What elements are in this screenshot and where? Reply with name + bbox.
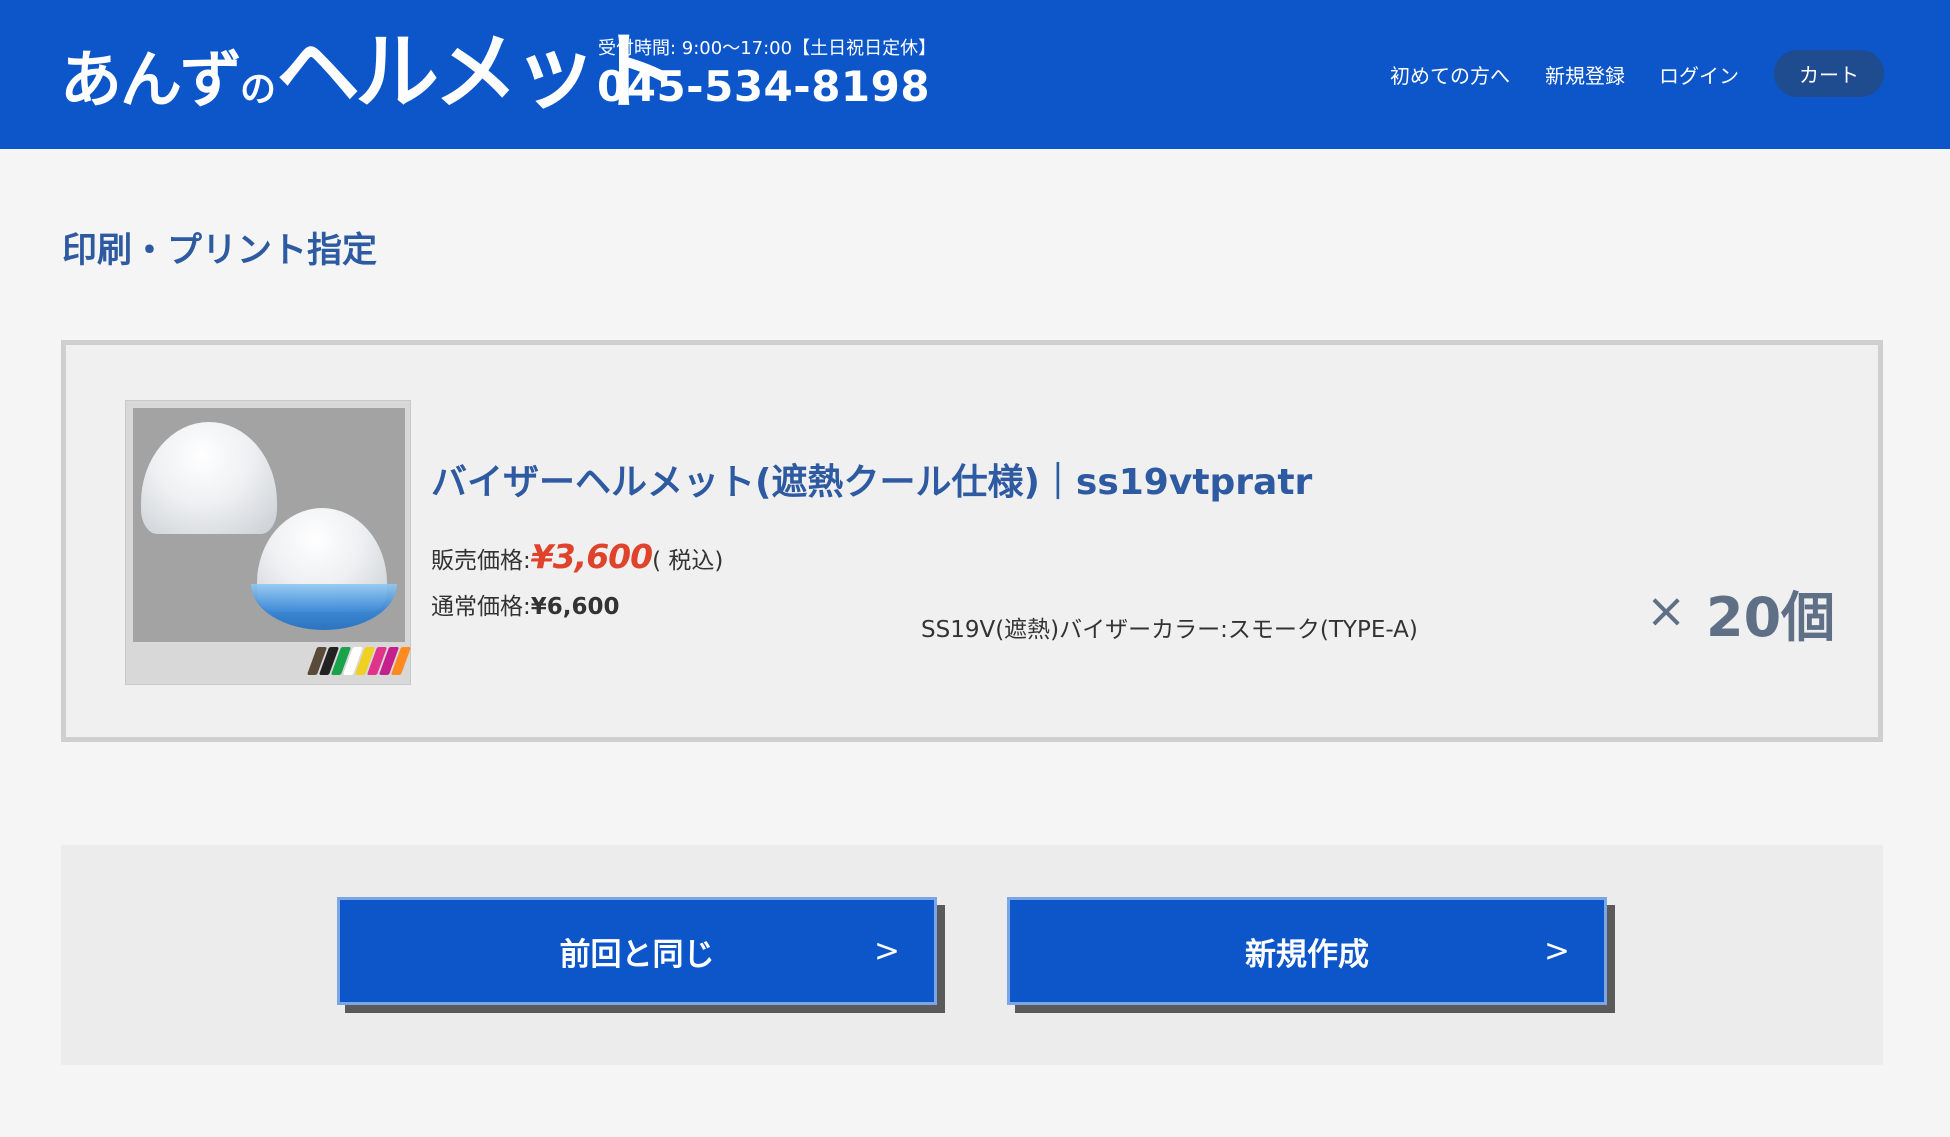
business-hours: 受付時間: 9:00〜17:00【土日祝日定休】 [598, 38, 937, 59]
normal-price-row: 通常価格:¥6,600 [431, 587, 620, 621]
product-option: SS19V(遮熱)バイザーカラー:スモーク(TYPE-A) [921, 617, 1418, 643]
product-thumbnail [125, 400, 412, 685]
page-title: 印刷・プリント指定 [62, 231, 378, 271]
chevron-right-icon: > [874, 933, 900, 969]
nav-login[interactable]: ログイン [1659, 60, 1739, 89]
new-create-label: 新規作成 [1245, 936, 1369, 973]
action-panel: 前回と同じ > 新規作成 > [61, 845, 1883, 1065]
logo-text-anzu: あんず [60, 43, 242, 116]
sale-price: ¥3,600 [530, 537, 653, 576]
site-header: あんずのヘルメット 受付時間: 9:00〜17:00【土日祝日定休】 045-5… [0, 0, 1950, 149]
sale-price-row: 販売価格:¥3,600( 税込) [431, 537, 723, 576]
sale-price-label: 販売価格: [431, 548, 531, 574]
phone-number[interactable]: 045-534-8198 [597, 62, 930, 111]
site-logo[interactable]: あんずのヘルメット [60, 30, 676, 116]
multiply-icon: × [1646, 583, 1687, 639]
product-name: バイザーヘルメット(遮熱クール仕様)｜ss19vtpratr [431, 462, 1313, 503]
normal-price-label: 通常価格: [431, 594, 531, 620]
new-create-button[interactable]: 新規作成 > [1007, 897, 1607, 1005]
cart-button[interactable]: カート [1774, 50, 1884, 97]
same-as-last-label: 前回と同じ [559, 936, 715, 973]
tax-note: ( 税込) [652, 548, 724, 574]
color-swatches [306, 647, 412, 675]
chevron-right-icon: > [1544, 933, 1570, 969]
same-as-last-wrapper: 前回と同じ > [337, 897, 945, 1013]
nav-register[interactable]: 新規登録 [1545, 60, 1625, 89]
logo-text-no: の [240, 69, 277, 110]
helmet-product-image [133, 408, 405, 642]
quantity: 20個 [1706, 586, 1836, 649]
same-as-last-button[interactable]: 前回と同じ > [337, 897, 937, 1005]
helmet-back-icon [141, 422, 277, 534]
nav-first-time[interactable]: 初めての方へ [1390, 60, 1510, 89]
new-create-wrapper: 新規作成 > [1007, 897, 1615, 1013]
product-card: バイザーヘルメット(遮熱クール仕様)｜ss19vtpratr 販売価格:¥3,6… [61, 340, 1883, 742]
visor-icon [251, 584, 397, 630]
normal-price: ¥6,600 [530, 594, 620, 620]
